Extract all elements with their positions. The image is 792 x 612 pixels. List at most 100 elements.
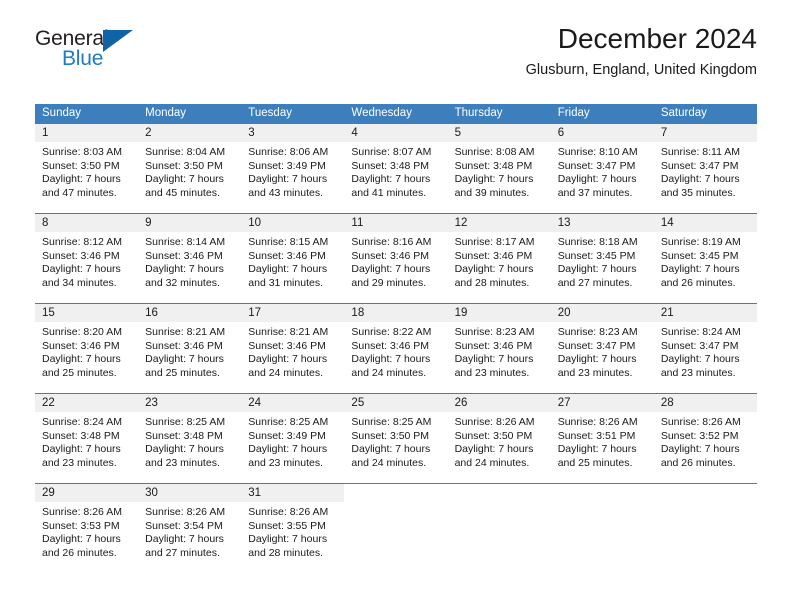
- sunset-text: Sunset: 3:50 PM: [454, 429, 533, 442]
- day-number: [447, 484, 551, 502]
- day-cell[interactable]: 26 Sunrise: 8:26 AM Sunset: 3:50 PM Dayligh…: [447, 394, 551, 483]
- daylight-text-line1: Daylight: 7 hours: [351, 443, 431, 456]
- sunrise-text: Sunrise: 8:08 AM: [454, 146, 535, 158]
- day-cell[interactable]: 30 Sunrise: 8:26 AM Sunset: 3:54 PM Dayligh…: [138, 484, 242, 573]
- day-info: [551, 502, 654, 506]
- day-number: 2: [138, 124, 242, 142]
- sunset-text: Sunset: 3:52 PM: [660, 429, 739, 442]
- day-cell[interactable]: 23 Sunrise: 8:25 AM Sunset: 3:48 PM Dayligh…: [138, 394, 242, 483]
- daylight-text-line2: and 23 minutes.: [557, 366, 633, 379]
- day-info: Sunrise: 8:26 AM Sunset: 3:54 PM Daylight:…: [138, 502, 241, 560]
- daylight-text-line1: Daylight: 7 hours: [454, 443, 534, 456]
- sunset-text: Sunset: 3:48 PM: [145, 429, 223, 442]
- daylight-text-line2: and 43 minutes.: [248, 186, 323, 199]
- day-cell[interactable]: 10 Sunrise: 8:15 AM Sunset: 3:46 PM Dayligh…: [241, 214, 345, 303]
- daylight-text-line2: and 25 minutes.: [557, 456, 633, 469]
- day-cell[interactable]: 19 Sunrise: 8:23 AM Sunset: 3:46 PM Dayligh…: [447, 304, 551, 393]
- daylight-text-line2: and 35 minutes.: [660, 186, 736, 199]
- day-info: Sunrise: 8:15 AM Sunset: 3:46 PM Daylight:…: [241, 232, 344, 290]
- day-cell[interactable]: 2 Sunrise: 8:04 AM Sunset: 3:50 PM Daylight…: [138, 124, 242, 213]
- sunrise-text: Sunrise: 8:24 AM: [42, 416, 122, 428]
- day-info: Sunrise: 8:17 AM Sunset: 3:46 PM Daylight:…: [448, 232, 551, 290]
- daylight-text-line1: Daylight: 7 hours: [145, 173, 224, 186]
- day-cell[interactable]: 9 Sunrise: 8:14 AM Sunset: 3:46 PM Daylight…: [138, 214, 242, 303]
- day-cell[interactable]: 31 Sunrise: 8:26 AM Sunset: 3:55 PM Dayligh…: [241, 484, 345, 573]
- daylight-text-line1: Daylight: 7 hours: [248, 173, 328, 186]
- calendar-week-row: 1 Sunrise: 8:03 AM Sunset: 3:50 PM Daylight…: [35, 123, 757, 213]
- daylight-text-line1: Daylight: 7 hours: [557, 263, 637, 276]
- daylight-text-line1: Daylight: 7 hours: [351, 353, 431, 366]
- day-cell-empty: [344, 484, 448, 573]
- day-info: Sunrise: 8:25 AM Sunset: 3:50 PM Daylight:…: [344, 412, 447, 470]
- daylight-text-line2: and 23 minutes.: [248, 456, 323, 469]
- day-cell[interactable]: 21 Sunrise: 8:24 AM Sunset: 3:47 PM Dayligh…: [653, 304, 757, 393]
- day-info: Sunrise: 8:24 AM Sunset: 3:48 PM Daylight:…: [35, 412, 138, 470]
- day-number: 20: [550, 304, 654, 322]
- day-cell[interactable]: 4 Sunrise: 8:07 AM Sunset: 3:48 PM Daylight…: [344, 124, 448, 213]
- sunset-text: Sunset: 3:54 PM: [145, 519, 223, 532]
- daylight-text-line1: Daylight: 7 hours: [660, 443, 740, 456]
- sunset-text: Sunset: 3:55 PM: [248, 519, 326, 532]
- day-info: Sunrise: 8:26 AM Sunset: 3:53 PM Daylight:…: [35, 502, 138, 560]
- day-cell[interactable]: 1 Sunrise: 8:03 AM Sunset: 3:50 PM Daylight…: [35, 124, 139, 213]
- day-number: 21: [653, 304, 757, 322]
- sunset-text: Sunset: 3:45 PM: [557, 249, 636, 262]
- sunset-text: Sunset: 3:46 PM: [145, 249, 223, 262]
- sunset-text: Sunset: 3:50 PM: [351, 429, 430, 442]
- day-number: 5: [447, 124, 551, 142]
- day-number: 25: [344, 394, 448, 412]
- daylight-text-line2: and 24 minutes.: [454, 456, 530, 469]
- day-cell[interactable]: 18 Sunrise: 8:22 AM Sunset: 3:46 PM Dayligh…: [344, 304, 448, 393]
- sunset-text: Sunset: 3:50 PM: [42, 159, 120, 172]
- day-number: 16: [138, 304, 242, 322]
- day-number: 26: [447, 394, 551, 412]
- day-cell[interactable]: 14 Sunrise: 8:19 AM Sunset: 3:45 PM Dayligh…: [653, 214, 757, 303]
- day-info: Sunrise: 8:07 AM Sunset: 3:48 PM Daylight:…: [344, 142, 447, 200]
- day-cell[interactable]: 8 Sunrise: 8:12 AM Sunset: 3:46 PM Daylight…: [35, 214, 139, 303]
- daylight-text-line2: and 26 minutes.: [660, 456, 736, 469]
- day-cell[interactable]: 16 Sunrise: 8:21 AM Sunset: 3:46 PM Dayligh…: [138, 304, 242, 393]
- day-cell[interactable]: 29 Sunrise: 8:26 AM Sunset: 3:53 PM Dayligh…: [35, 484, 139, 573]
- day-cell[interactable]: 3 Sunrise: 8:06 AM Sunset: 3:49 PM Daylight…: [241, 124, 345, 213]
- day-cell-empty: [550, 484, 654, 573]
- daylight-text-line2: and 26 minutes.: [660, 276, 736, 289]
- day-cell[interactable]: 6 Sunrise: 8:10 AM Sunset: 3:47 PM Daylight…: [550, 124, 654, 213]
- day-cell[interactable]: 7 Sunrise: 8:11 AM Sunset: 3:47 PM Daylight…: [653, 124, 757, 213]
- daylight-text-line2: and 25 minutes.: [42, 366, 117, 379]
- daylight-text-line1: Daylight: 7 hours: [42, 263, 121, 276]
- day-cell[interactable]: 13 Sunrise: 8:18 AM Sunset: 3:45 PM Dayligh…: [550, 214, 654, 303]
- day-cell[interactable]: 25 Sunrise: 8:25 AM Sunset: 3:50 PM Dayligh…: [344, 394, 448, 483]
- day-number: 10: [241, 214, 345, 232]
- daylight-text-line2: and 25 minutes.: [145, 366, 220, 379]
- day-cell[interactable]: 22 Sunrise: 8:24 AM Sunset: 3:48 PM Dayligh…: [35, 394, 139, 483]
- day-cell[interactable]: 12 Sunrise: 8:17 AM Sunset: 3:46 PM Dayligh…: [447, 214, 551, 303]
- day-info: Sunrise: 8:25 AM Sunset: 3:49 PM Daylight:…: [241, 412, 344, 470]
- daylight-text-line2: and 23 minutes.: [454, 366, 530, 379]
- daylight-text-line1: Daylight: 7 hours: [42, 353, 121, 366]
- day-number: [344, 484, 448, 502]
- title-block: December 2024 Glusburn, England, United …: [526, 22, 757, 80]
- day-cell[interactable]: 28 Sunrise: 8:26 AM Sunset: 3:52 PM Dayligh…: [653, 394, 757, 483]
- day-cell[interactable]: 11 Sunrise: 8:16 AM Sunset: 3:46 PM Dayligh…: [344, 214, 448, 303]
- day-number: 12: [447, 214, 551, 232]
- daylight-text-line1: Daylight: 7 hours: [248, 263, 328, 276]
- day-info: Sunrise: 8:21 AM Sunset: 3:46 PM Daylight:…: [138, 322, 241, 380]
- weekday-header-thursday: Thursday: [454, 107, 503, 119]
- day-info: Sunrise: 8:23 AM Sunset: 3:47 PM Daylight:…: [551, 322, 654, 380]
- day-cell[interactable]: 27 Sunrise: 8:26 AM Sunset: 3:51 PM Dayligh…: [550, 394, 654, 483]
- day-cell[interactable]: 17 Sunrise: 8:21 AM Sunset: 3:46 PM Dayligh…: [241, 304, 345, 393]
- sunrise-text: Sunrise: 8:26 AM: [42, 506, 122, 518]
- day-cell[interactable]: 24 Sunrise: 8:25 AM Sunset: 3:49 PM Dayligh…: [241, 394, 345, 483]
- daylight-text-line2: and 24 minutes.: [351, 456, 427, 469]
- day-cell[interactable]: 20 Sunrise: 8:23 AM Sunset: 3:47 PM Dayligh…: [550, 304, 654, 393]
- sunrise-text: Sunrise: 8:23 AM: [557, 326, 638, 338]
- sunset-text: Sunset: 3:46 PM: [248, 249, 326, 262]
- day-cell[interactable]: 5 Sunrise: 8:08 AM Sunset: 3:48 PM Daylight…: [447, 124, 551, 213]
- day-cell[interactable]: 15 Sunrise: 8:20 AM Sunset: 3:46 PM Dayligh…: [35, 304, 139, 393]
- daylight-text-line1: Daylight: 7 hours: [660, 263, 740, 276]
- day-info: Sunrise: 8:10 AM Sunset: 3:47 PM Daylight:…: [551, 142, 654, 200]
- sunset-text: Sunset: 3:50 PM: [145, 159, 223, 172]
- day-info: Sunrise: 8:08 AM Sunset: 3:48 PM Daylight:…: [448, 142, 551, 200]
- sunrise-text: Sunrise: 8:21 AM: [248, 326, 329, 338]
- sunrise-text: Sunrise: 8:26 AM: [454, 416, 535, 428]
